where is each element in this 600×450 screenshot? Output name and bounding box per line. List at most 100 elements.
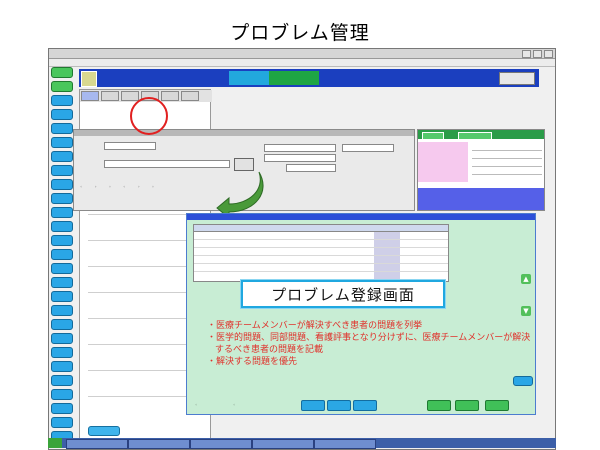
side-button[interactable]	[513, 376, 533, 386]
radio-option[interactable]: ◦	[152, 184, 154, 189]
taskbar-item[interactable]	[66, 439, 128, 449]
nav-button[interactable]	[51, 417, 73, 428]
taskbar-item[interactable]	[190, 439, 252, 449]
radio-option[interactable]: ◦	[233, 402, 235, 407]
schedule-highlight	[418, 142, 468, 182]
sheet-button[interactable]	[88, 426, 120, 436]
nav-button[interactable]	[51, 109, 73, 120]
header-button[interactable]	[499, 72, 535, 85]
registration-banner: プロブレム登録画面	[241, 280, 445, 308]
table-row[interactable]	[194, 239, 448, 240]
filter-radio-row: ◦ ◦ ◦ ◦ ◦ ◦	[80, 184, 154, 189]
patient-status-box	[269, 71, 319, 85]
bullet-item: ・医療チームメンバーが解決すべき患者の問題を列挙	[207, 321, 423, 331]
status-field[interactable]	[342, 144, 394, 152]
table-row[interactable]	[194, 263, 448, 264]
radio-option[interactable]: ◦	[137, 184, 139, 189]
minimize-button[interactable]	[522, 50, 531, 58]
bullet-item: ・解決する問題を優先	[207, 357, 298, 367]
radio-option[interactable]: ◦	[94, 184, 96, 189]
problem-name-field[interactable]	[104, 160, 230, 168]
radio-option[interactable]: ◦	[195, 402, 197, 407]
option-field[interactable]	[286, 164, 336, 172]
radio-option[interactable]: ◦	[123, 184, 125, 189]
nav-button[interactable]	[51, 123, 73, 134]
page-title: プロブレム管理	[230, 22, 370, 44]
dialog-button[interactable]	[353, 400, 377, 411]
radio-option[interactable]: ◦	[109, 184, 111, 189]
table-header	[194, 225, 448, 232]
department-field[interactable]	[264, 144, 336, 152]
patient-photo	[81, 71, 97, 87]
table-row[interactable]	[194, 255, 448, 256]
nav-button[interactable]	[51, 305, 73, 316]
start-button[interactable]	[48, 438, 62, 448]
nav-button[interactable]	[51, 361, 73, 372]
nav-button[interactable]	[51, 235, 73, 246]
schedule-row	[472, 166, 542, 167]
taskbar-item[interactable]	[252, 439, 314, 449]
schedule-row	[472, 174, 542, 175]
schedule-panel	[417, 129, 545, 211]
nav-button[interactable]	[51, 347, 73, 358]
maximize-button[interactable]	[533, 50, 542, 58]
nav-button[interactable]	[51, 403, 73, 414]
schedule-button[interactable]	[422, 132, 444, 140]
dialog-button[interactable]	[327, 400, 351, 411]
tab[interactable]	[181, 91, 199, 101]
nav-button[interactable]	[51, 375, 73, 386]
tab[interactable]	[161, 91, 179, 101]
feature-bullet-list: ・医療チームメンバーが解決すべき患者の問題を列挙 ・医学的問題、同部問題、看護評…	[207, 320, 537, 368]
dialog-button[interactable]	[301, 400, 325, 411]
dialog-bottom-bar: ◦ ◦	[193, 400, 529, 411]
nav-button[interactable]	[51, 81, 73, 92]
nav-button[interactable]	[51, 277, 73, 288]
nav-button[interactable]	[51, 249, 73, 260]
window-controls	[522, 50, 553, 58]
nav-button[interactable]	[51, 221, 73, 232]
down-arrow-icon[interactable]: ▼	[521, 306, 531, 316]
taskbar-item[interactable]	[128, 439, 190, 449]
nav-button[interactable]	[51, 291, 73, 302]
dialog-button[interactable]	[485, 400, 509, 411]
dialog-button[interactable]	[455, 400, 479, 411]
up-arrow-icon[interactable]: ▲	[521, 274, 531, 284]
patient-header	[79, 69, 539, 87]
nav-button[interactable]	[51, 137, 73, 148]
tab[interactable]	[101, 91, 119, 101]
nav-button[interactable]	[51, 179, 73, 190]
dialog-titlebar	[74, 130, 414, 136]
nav-button[interactable]	[51, 67, 73, 78]
radio-option[interactable]: ◦	[80, 184, 82, 189]
problem-list-table	[193, 224, 449, 282]
bullet-item: ・医学的問題、同部問題、看護評事となり分けずに、医療チームメンバーが解決するべき…	[207, 333, 531, 355]
nav-button[interactable]	[51, 95, 73, 106]
window-titlebar	[49, 49, 555, 59]
nav-button[interactable]	[51, 151, 73, 162]
patient-info-box	[229, 71, 269, 85]
schedule-row	[472, 158, 542, 159]
nav-button[interactable]	[51, 207, 73, 218]
dialog-titlebar	[187, 214, 535, 220]
curved-arrow-icon	[216, 171, 264, 218]
table-row[interactable]	[194, 247, 448, 248]
red-circle-highlight	[130, 97, 168, 135]
schedule-row	[472, 150, 542, 151]
schedule-footer	[418, 188, 544, 210]
search-field[interactable]	[104, 142, 156, 150]
nav-button[interactable]	[51, 333, 73, 344]
nav-button[interactable]	[51, 319, 73, 330]
nav-button[interactable]	[51, 165, 73, 176]
nav-button[interactable]	[51, 263, 73, 274]
nav-button[interactable]	[51, 389, 73, 400]
menubar	[49, 59, 555, 67]
dialog-button[interactable]	[427, 400, 451, 411]
nav-button[interactable]	[51, 193, 73, 204]
close-button[interactable]	[544, 50, 553, 58]
doctor-field[interactable]	[264, 154, 336, 162]
tab[interactable]	[81, 91, 99, 101]
tab[interactable]	[121, 91, 139, 101]
taskbar-item[interactable]	[314, 439, 376, 449]
table-row[interactable]	[194, 271, 448, 272]
schedule-button[interactable]	[458, 132, 492, 140]
